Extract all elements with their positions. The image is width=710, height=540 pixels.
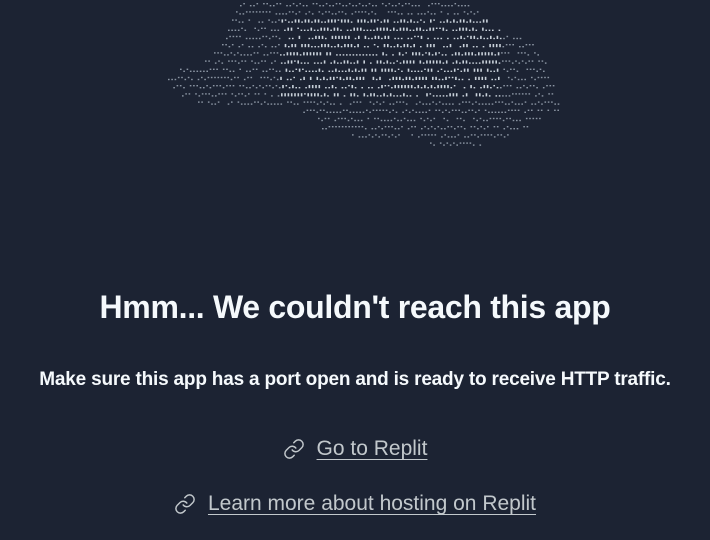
ascii-art-cloud [0, 0, 710, 160]
go-to-replit-link[interactable]: Go to Replit [317, 434, 428, 464]
go-to-replit-row[interactable]: Go to Replit [0, 434, 710, 464]
page-title: Hmm... We couldn't reach this app [99, 289, 611, 325]
learn-more-row[interactable]: Learn more about hosting on Replit [0, 489, 710, 519]
link-icon [174, 493, 196, 515]
link-icon [283, 438, 305, 460]
page-subtitle: Make sure this app has a port open and i… [39, 369, 671, 390]
learn-more-hosting-link[interactable]: Learn more about hosting on Replit [208, 489, 536, 519]
